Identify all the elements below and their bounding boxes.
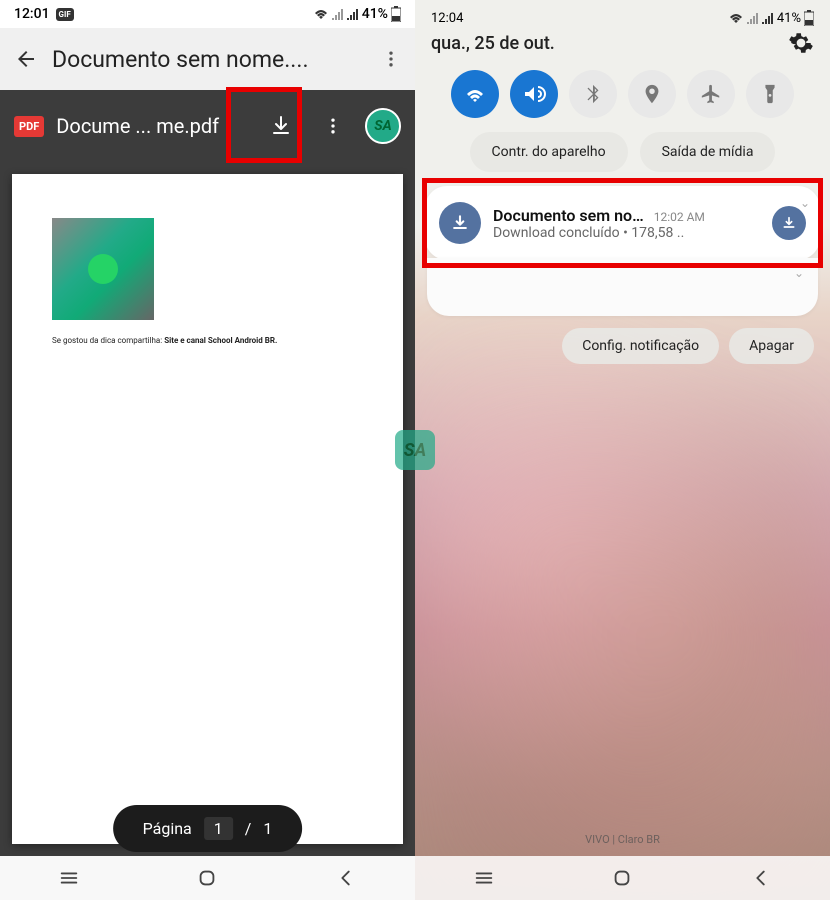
- notification-settings-button[interactable]: Config. notificação: [562, 328, 719, 364]
- pdf-toolbar: PDF Docume ... me.pdf SA: [0, 90, 415, 162]
- settings-icon[interactable]: [788, 30, 814, 56]
- notification-time: 12:02 AM: [654, 210, 705, 224]
- chevron-down-icon[interactable]: ⌄: [800, 196, 810, 210]
- notification-collapsed-group[interactable]: ⌄: [427, 258, 818, 316]
- chevron-down-icon: ⌄: [794, 266, 804, 280]
- avatar[interactable]: SA: [365, 108, 401, 144]
- app-header: Documento sem nome....: [0, 28, 415, 90]
- download-icon: [269, 114, 293, 138]
- signal-icon-2: [347, 8, 359, 20]
- page-label: Página: [143, 819, 192, 838]
- phone-right-notification-shade: 12:04 41% qua., 25 de out. Contr. do apa…: [415, 0, 830, 900]
- quick-settings-row: [431, 70, 814, 118]
- notification-download[interactable]: Documento sem no… 12:02 AM Download conc…: [425, 186, 820, 260]
- signal-icon-2: [762, 12, 774, 24]
- page-total: 1: [263, 819, 272, 838]
- home-icon[interactable]: [611, 867, 633, 889]
- notification-body: Documento sem no… 12:02 AM Download conc…: [493, 206, 760, 241]
- back-icon[interactable]: [14, 47, 38, 71]
- battery-text: 41%: [777, 11, 801, 26]
- watermark-logo: SA: [395, 430, 435, 470]
- download-complete-icon: [439, 202, 481, 244]
- statusbar: 12:01 GIF 41%: [0, 0, 415, 28]
- home-icon[interactable]: [196, 867, 218, 889]
- pdf-badge-icon: PDF: [14, 116, 44, 137]
- page-separator: /: [245, 819, 252, 838]
- clear-button[interactable]: Apagar: [729, 328, 814, 364]
- sound-icon: [522, 82, 546, 106]
- location-toggle[interactable]: [628, 70, 676, 118]
- wifi-icon: [313, 7, 329, 21]
- back-nav-icon[interactable]: [750, 867, 772, 889]
- navbar: [415, 856, 830, 900]
- airplane-icon: [700, 83, 722, 105]
- download-done-icon: [781, 215, 797, 231]
- notification-title: Documento sem no…: [493, 206, 644, 225]
- notification-action-button[interactable]: [772, 206, 806, 240]
- pdf-page: Se gostou da dica compartilha: Site e ca…: [12, 174, 403, 844]
- pill-row: Contr. do aparelho Saída de mídia: [431, 132, 814, 172]
- clock: 12:01: [14, 6, 50, 22]
- airplane-toggle[interactable]: [687, 70, 735, 118]
- signal-icon: [747, 12, 759, 24]
- document-title[interactable]: Documento sem nome....: [52, 46, 367, 73]
- sound-toggle[interactable]: [510, 70, 558, 118]
- shade-date[interactable]: qua., 25 de out.: [431, 33, 555, 54]
- page-indicator[interactable]: Página 1 / 1: [113, 805, 303, 852]
- clock: 12:04: [431, 11, 463, 26]
- pdf-embedded-image: [52, 218, 154, 320]
- recents-icon[interactable]: [473, 867, 495, 889]
- flashlight-icon: [759, 83, 781, 105]
- device-control-button[interactable]: Contr. do aparelho: [470, 132, 628, 172]
- pdf-filename: Docume ... me.pdf: [56, 114, 249, 138]
- phone-left-pdf-viewer: 12:01 GIF 41% Documento sem nome.... PDF…: [0, 0, 415, 900]
- battery-icon: [391, 6, 401, 22]
- download-button[interactable]: [261, 106, 301, 146]
- more-icon[interactable]: [381, 49, 401, 69]
- battery-icon: [804, 10, 814, 26]
- location-icon: [641, 83, 663, 105]
- pdf-viewport[interactable]: Se gostou da dica compartilha: Site e ca…: [0, 162, 415, 856]
- bluetooth-icon: [582, 83, 604, 105]
- shade-header: 12:04 41% qua., 25 de out. Contr. do apa…: [415, 0, 830, 186]
- navbar: [0, 856, 415, 900]
- media-output-button[interactable]: Saída de mídia: [640, 132, 776, 172]
- wifi-toggle[interactable]: [451, 70, 499, 118]
- signal-icon: [332, 8, 344, 20]
- wifi-icon: [463, 82, 487, 106]
- carrier-label: VIVO | Claro BR: [415, 833, 830, 846]
- gif-badge-icon: GIF: [56, 8, 74, 21]
- pdf-page-text: Se gostou da dica compartilha: Site e ca…: [52, 336, 363, 345]
- battery-text: 41%: [362, 6, 388, 22]
- notification-stack: Documento sem no… 12:02 AM Download conc…: [425, 186, 820, 316]
- more-button[interactable]: [313, 106, 353, 146]
- wifi-icon: [728, 11, 744, 25]
- shade-actions: Config. notificação Apagar: [415, 316, 830, 376]
- bluetooth-toggle[interactable]: [569, 70, 617, 118]
- flashlight-toggle[interactable]: [746, 70, 794, 118]
- notification-subtitle: Download concluído • 178,58 ..: [493, 225, 760, 241]
- more-vert-icon: [323, 116, 343, 136]
- page-current[interactable]: 1: [204, 817, 233, 840]
- back-nav-icon[interactable]: [335, 867, 357, 889]
- recents-icon[interactable]: [58, 867, 80, 889]
